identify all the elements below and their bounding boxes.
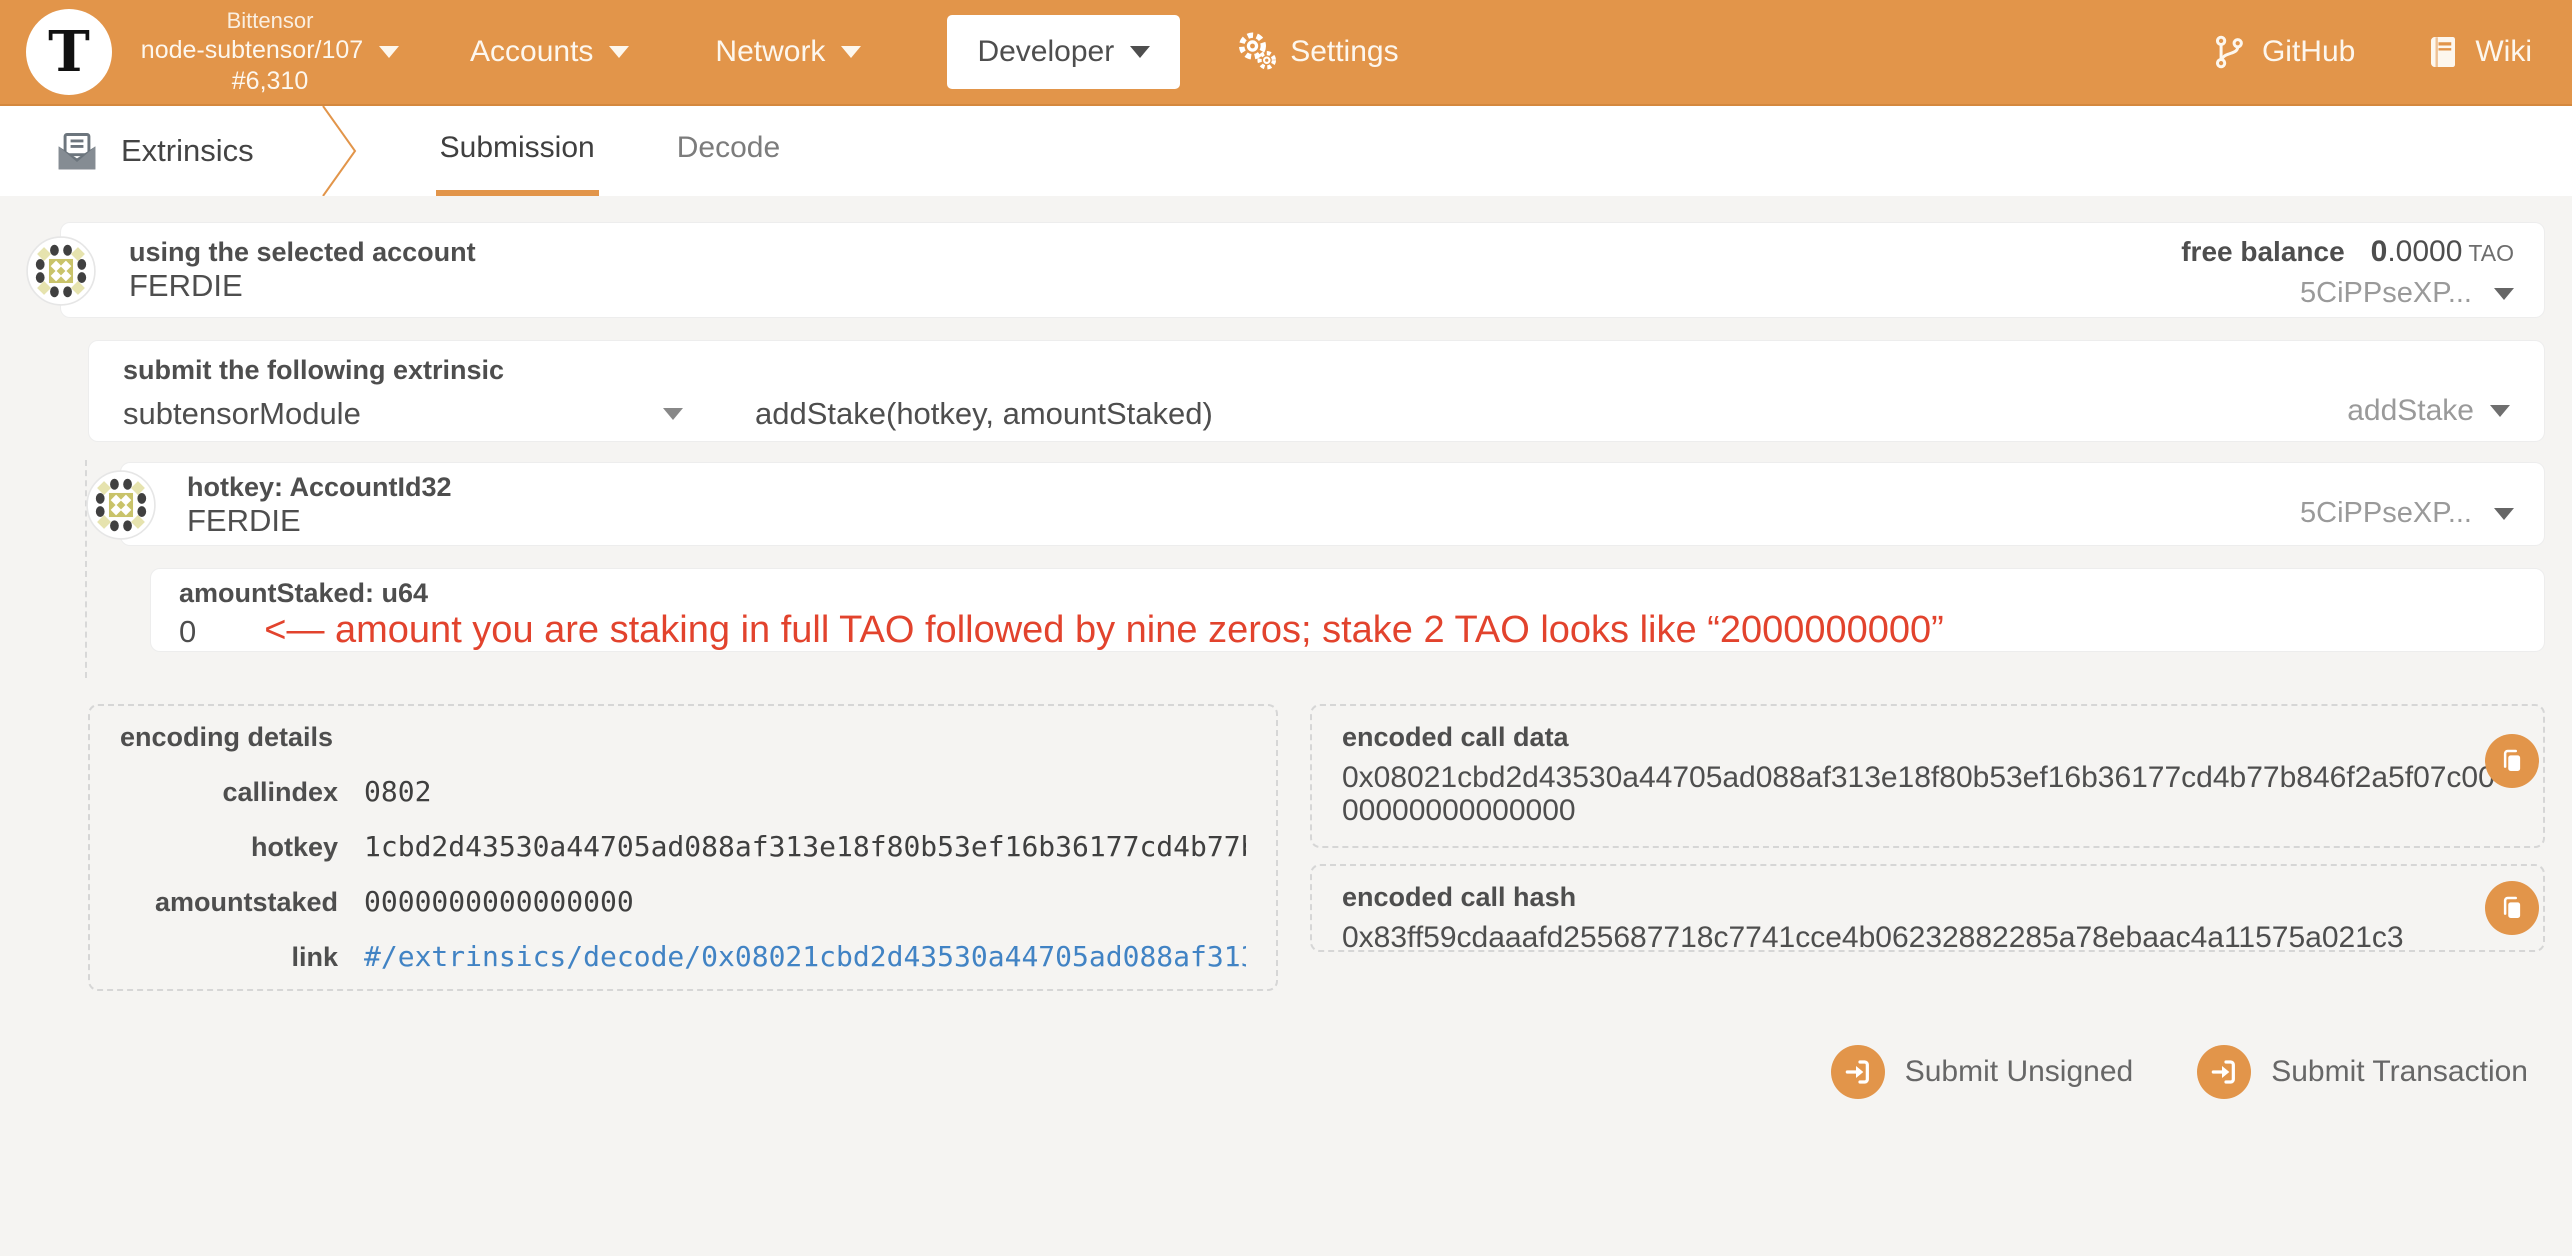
hotkey-address-dropdown[interactable]: 5CiPPseXP... bbox=[2300, 497, 2514, 530]
encoded-call-hash-value: 0x83ff59cdaaafd255687718c7741cce4b062328… bbox=[1342, 921, 2404, 954]
method-signature: addStake(hotkey, amountStaked) bbox=[755, 396, 1213, 431]
detail-row-link: link #/extrinsics/decode/0x08021cbd2d435… bbox=[120, 940, 1246, 973]
envelope-icon bbox=[58, 133, 96, 170]
extrinsic-select-row: submit the following extrinsic subtensor… bbox=[88, 340, 2545, 442]
main-menu: Accounts Network Developer Settings bbox=[470, 15, 1485, 89]
hotkey-account-name: FERDIE bbox=[187, 503, 301, 538]
bittensor-logo[interactable]: T bbox=[26, 9, 112, 95]
menu-network[interactable]: Network bbox=[715, 35, 862, 69]
tab-submission[interactable]: Submission bbox=[435, 106, 599, 196]
tab-bar: Extrinsics Submission Decode bbox=[0, 106, 2572, 196]
wiki-link[interactable]: Wiki bbox=[2425, 34, 2532, 70]
amount-staked-row: amountStaked: u64 0 <— amount you are st… bbox=[150, 568, 2545, 652]
node-name: node-subtensor/107 bbox=[140, 35, 364, 64]
git-branch-icon bbox=[2215, 35, 2243, 69]
copy-icon bbox=[2503, 749, 2521, 771]
chevron-down-icon bbox=[663, 408, 683, 420]
menu-developer[interactable]: Developer bbox=[947, 15, 1181, 89]
hotkey-identicon bbox=[86, 470, 156, 540]
chevron-down-icon bbox=[2494, 287, 2514, 300]
menu-settings[interactable]: Settings bbox=[1236, 31, 1399, 73]
book-icon bbox=[2431, 37, 2456, 67]
chevron-down-icon bbox=[1130, 46, 1151, 58]
detail-row-hotkey: hotkey 1cbd2d43530a44705ad088af313e18f80… bbox=[250, 830, 1246, 863]
menu-accounts[interactable]: Accounts bbox=[470, 35, 630, 69]
decode-link[interactable]: #/extrinsics/decode/0x08021cbd2d43530a44… bbox=[364, 940, 1246, 973]
encoded-call-data-box: encoded call data 0x08021cbd2d43530a4470… bbox=[1310, 704, 2545, 848]
encoded-call-hash-box: encoded call hash 0x83ff59cdaaafd2556877… bbox=[1310, 864, 2545, 954]
logo-letter: T bbox=[48, 19, 90, 85]
account-identicon bbox=[26, 236, 96, 306]
encoded-call-hash-label: encoded call hash bbox=[1342, 882, 1577, 912]
section-title-extrinsics: Extrinsics bbox=[55, 106, 254, 196]
hotkey-param-row[interactable]: hotkey: AccountId32 FERDIE 5CiPPseXP... bbox=[86, 462, 2545, 546]
method-select[interactable]: addStake bbox=[2347, 394, 2510, 428]
hotkey-label: hotkey: AccountId32 bbox=[187, 472, 452, 502]
chevron-down-icon bbox=[2494, 507, 2514, 520]
detail-row-amountstaked: amountstaked 0000000000000000 bbox=[154, 885, 634, 918]
encoding-details-title: encoding details bbox=[120, 722, 334, 752]
submit-unsigned-button[interactable]: Submit Unsigned bbox=[1830, 1045, 2133, 1099]
extrinsic-select-label: submit the following extrinsic bbox=[123, 355, 505, 385]
chain-selector[interactable]: Bittensor node-subtensor/107 #6,310 bbox=[130, 7, 410, 97]
extrinsic-params: hotkey: AccountId32 FERDIE 5CiPPseXP... … bbox=[85, 460, 2572, 678]
action-buttons: Submit Unsigned Submit Transaction bbox=[0, 1045, 2528, 1099]
account-select-label: using the selected account bbox=[129, 237, 476, 267]
sign-in-icon bbox=[1830, 1045, 1885, 1099]
chevron-down-icon bbox=[379, 45, 400, 58]
top-nav-bar: T Bittensor node-subtensor/107 #6,310 Ac… bbox=[0, 0, 2572, 106]
account-address-dropdown[interactable]: 5CiPPseXP... bbox=[2181, 277, 2514, 310]
encoded-call-data-label: encoded call data bbox=[1342, 722, 1569, 752]
amount-staked-label: amountStaked: u64 bbox=[179, 578, 429, 608]
amount-annotation: <— amount you are staking in full TAO fo… bbox=[264, 609, 1944, 651]
copy-call-hash-button[interactable] bbox=[2485, 881, 2539, 935]
encoding-details-box: encoding details callindex 0802 hotkey 1… bbox=[88, 704, 1278, 991]
chevron-down-icon bbox=[609, 46, 630, 58]
module-select[interactable]: subtensorModule bbox=[123, 396, 683, 432]
encoded-call-data-value: 0x08021cbd2d43530a44705ad088af313e18f80b… bbox=[1342, 761, 2495, 827]
amount-staked-input[interactable]: 0 bbox=[179, 614, 196, 650]
copy-icon bbox=[2503, 896, 2521, 918]
extrinsics-submission-page: using the selected account FERDIE free b… bbox=[0, 196, 2572, 1099]
copy-call-data-button[interactable] bbox=[2485, 734, 2539, 788]
detail-row-callindex: callindex 0802 bbox=[222, 775, 432, 808]
chevron-down-icon bbox=[841, 46, 862, 58]
sign-in-icon bbox=[2197, 1045, 2252, 1099]
gears-icon bbox=[1239, 32, 1277, 70]
submit-transaction-button[interactable]: Submit Transaction bbox=[2197, 1045, 2528, 1099]
chain-name: Bittensor bbox=[226, 8, 314, 33]
breadcrumb-chevron bbox=[321, 106, 356, 196]
github-link[interactable]: GitHub bbox=[2210, 33, 2355, 71]
account-name: FERDIE bbox=[129, 268, 243, 303]
account-select-row[interactable]: using the selected account FERDIE free b… bbox=[26, 222, 2545, 318]
block-number: #6,310 bbox=[231, 66, 309, 95]
free-balance: free balance 0.0000 TAO bbox=[2181, 235, 2514, 268]
chevron-down-icon bbox=[2490, 405, 2510, 417]
tab-decode[interactable]: Decode bbox=[673, 106, 784, 196]
